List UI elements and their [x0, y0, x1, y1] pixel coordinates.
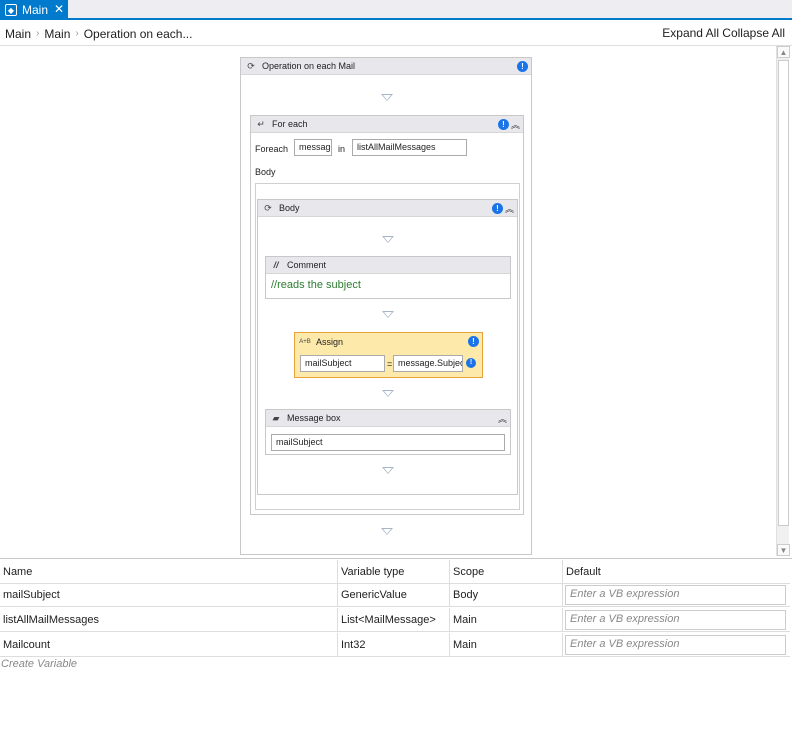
table-row[interactable]: mailSubject GenericValue Body Enter a VB…	[0, 583, 790, 607]
comment-slashes-icon: //	[273, 260, 279, 270]
variable-default-input[interactable]: Enter a VB expression	[565, 610, 786, 630]
breadcrumb: Main › Main › Operation on each... Expan…	[0, 22, 792, 46]
comment-activity[interactable]: // Comment //reads the subject	[265, 256, 511, 299]
variable-type[interactable]: GenericValue	[338, 583, 450, 607]
messagebox-header: ▰ Message box ︽	[266, 410, 510, 427]
tab-main-label: Main	[22, 3, 49, 17]
scroll-down-arrow-icon[interactable]: ▼	[777, 544, 790, 556]
info-icon[interactable]: !	[492, 203, 503, 214]
messagebox-activity[interactable]: ▰ Message box ︽ mailSubject	[265, 409, 511, 455]
canvas-scrollbar[interactable]: ▲ ▼	[776, 46, 790, 556]
variable-scope[interactable]: Main	[450, 608, 563, 632]
info-icon[interactable]: !	[466, 358, 476, 368]
create-variable-link[interactable]: Create Variable	[1, 658, 77, 670]
collapse-all-button[interactable]: Collapse All	[722, 26, 785, 40]
assign-value-input[interactable]: message.Subject	[393, 355, 463, 372]
column-header-scope[interactable]: Scope	[450, 560, 563, 584]
body-sequence-activity[interactable]: ⟳ Body ! ︽ // Comment //reads the subjec…	[257, 199, 518, 495]
column-header-name[interactable]: Name	[0, 560, 338, 584]
drop-target-arrow[interactable]	[382, 390, 394, 397]
foreach-collection-input[interactable]: listAllMailMessages	[352, 139, 467, 156]
drop-target-arrow[interactable]	[382, 311, 394, 318]
table-row[interactable]: Mailcount Int32 Main Enter a VB expressi…	[0, 633, 790, 657]
table-row[interactable]: listAllMailMessages List<MailMessage> Ma…	[0, 608, 790, 632]
assign-header: A+B Assign !	[295, 333, 482, 350]
sequence-icon: ⟳	[247, 60, 255, 71]
workflow-icon: ◆	[5, 4, 17, 16]
foreach-header: ↵ For each ! ︽	[251, 116, 523, 133]
body-label: Body	[255, 167, 276, 177]
drop-target-arrow[interactable]	[382, 467, 394, 474]
assign-title: Assign	[316, 336, 344, 347]
variable-scope[interactable]: Main	[450, 633, 563, 657]
column-header-default[interactable]: Default	[563, 560, 790, 584]
info-icon[interactable]: !	[517, 61, 528, 72]
expand-all-button[interactable]: Expand All	[662, 26, 719, 40]
sequence-activity[interactable]: ⟳ Operation on each Mail ! ↵ For each ! …	[240, 57, 532, 555]
equals-label: =	[387, 359, 393, 369]
sequence-icon: ⟳	[264, 202, 272, 213]
variables-header-row: Name Variable type Scope Default	[0, 560, 790, 584]
variable-scope[interactable]: Body	[450, 583, 563, 607]
body-container: ⟳ Body ! ︽ // Comment //reads the subjec…	[255, 183, 520, 510]
breadcrumb-item-main-2[interactable]: Main	[39, 27, 75, 41]
assign-activity[interactable]: A+B Assign ! mailSubject = message.Subje…	[294, 332, 483, 378]
messagebox-title: Message box	[287, 413, 341, 423]
foreach-activity[interactable]: ↵ For each ! ︽ Foreach message in listAl…	[250, 115, 524, 515]
body-title: Body	[279, 203, 300, 213]
sequence-header: ⟳ Operation on each Mail !	[241, 58, 531, 75]
drop-target-arrow[interactable]	[381, 528, 393, 535]
variable-name[interactable]: listAllMailMessages	[0, 608, 338, 632]
designer-canvas: ⟳ Operation on each Mail ! ↵ For each ! …	[0, 46, 792, 556]
variable-type[interactable]: List<MailMessage>	[338, 608, 450, 632]
breadcrumb-item-main[interactable]: Main	[0, 27, 36, 41]
collapse-chevron-icon[interactable]: ︽	[505, 202, 514, 215]
scrollbar-thumb[interactable]	[778, 60, 789, 526]
body-header: ⟳ Body ! ︽	[258, 200, 517, 217]
variable-name[interactable]: Mailcount	[0, 633, 338, 657]
variable-name[interactable]: mailSubject	[0, 583, 338, 607]
collapse-chevron-icon[interactable]: ︽	[498, 412, 507, 425]
foreach-item-input[interactable]: message	[294, 139, 332, 156]
column-header-type[interactable]: Variable type	[338, 560, 450, 584]
variable-default-input[interactable]: Enter a VB expression	[565, 635, 786, 655]
document-tabstrip: ◆ Main ✕	[0, 0, 792, 20]
tab-main[interactable]: ◆ Main ✕	[0, 0, 68, 20]
close-icon[interactable]: ✕	[54, 2, 64, 16]
foreach-label: Foreach	[255, 144, 289, 154]
variables-panel: Name Variable type Scope Default mailSub…	[0, 558, 792, 750]
assign-icon: A+B	[299, 338, 311, 345]
variable-type[interactable]: Int32	[338, 633, 450, 657]
in-label: in	[338, 144, 346, 154]
sequence-title: Operation on each Mail	[262, 61, 356, 71]
comment-title: Comment	[287, 260, 327, 270]
info-icon[interactable]: !	[468, 336, 479, 347]
messagebox-text-input[interactable]: mailSubject	[271, 434, 505, 451]
variable-default-input[interactable]: Enter a VB expression	[565, 585, 786, 605]
collapse-chevron-icon[interactable]: ︽	[511, 118, 520, 131]
foreach-icon: ↵	[257, 118, 265, 129]
foreach-title: For each	[272, 119, 308, 129]
scroll-up-arrow-icon[interactable]: ▲	[777, 46, 790, 58]
comment-header: // Comment	[266, 257, 510, 274]
message-box-icon: ▰	[272, 412, 280, 423]
info-icon[interactable]: !	[498, 119, 509, 130]
comment-text[interactable]: //reads the subject	[271, 279, 361, 291]
drop-target-arrow[interactable]	[382, 236, 394, 243]
breadcrumb-item-current[interactable]: Operation on each...	[79, 27, 198, 41]
drop-target-arrow[interactable]	[381, 94, 393, 101]
assign-to-input[interactable]: mailSubject	[300, 355, 385, 372]
